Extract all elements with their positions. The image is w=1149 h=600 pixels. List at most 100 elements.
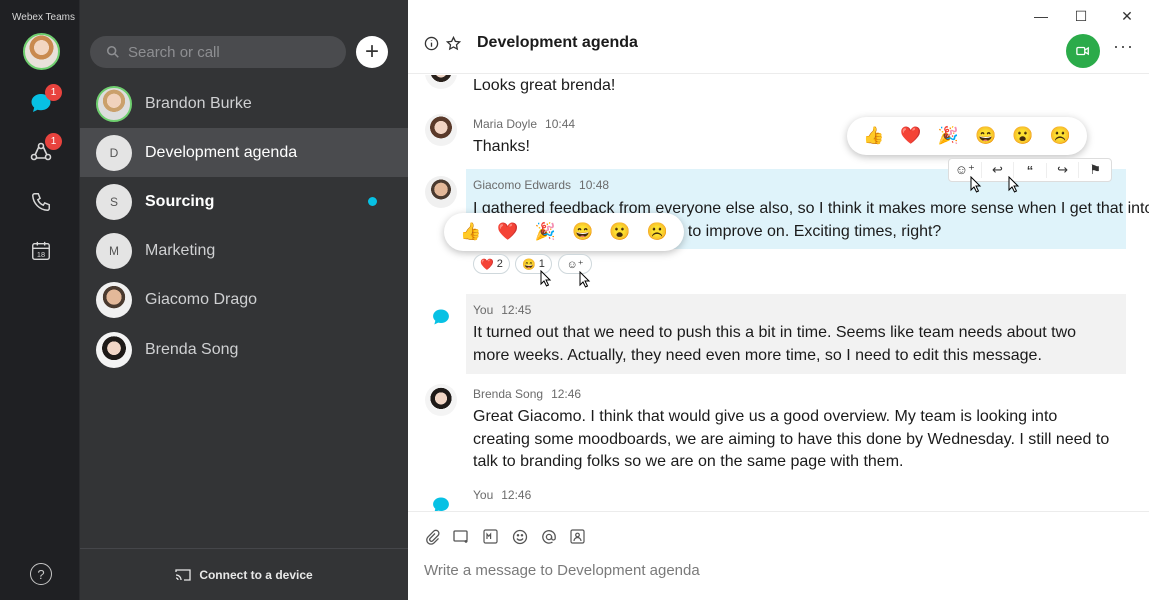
message-input[interactable] (424, 562, 1124, 579)
space-name: Sourcing (145, 192, 215, 210)
message-text-continued: t to improve on. Exciting times, right? (679, 223, 942, 240)
emoji-icon[interactable] (511, 528, 528, 545)
reaction-heart[interactable]: ❤️ (893, 126, 929, 146)
reaction-picker[interactable]: 👍 ❤️ 🎉 😄 😮 ☹️ (847, 117, 1087, 155)
avatar (425, 75, 457, 89)
message-time: 12:46 (551, 387, 582, 401)
space-name: Brenda Song (145, 340, 239, 358)
minimize-button[interactable]: — (1026, 6, 1056, 26)
screen-capture-icon[interactable] (453, 528, 470, 545)
sender-name: You (473, 303, 494, 317)
sender-name: Brenda Song (473, 387, 544, 401)
reaction-sad[interactable]: ☹️ (1042, 126, 1078, 146)
avatar (425, 489, 457, 511)
space-item-sourcing[interactable]: S Sourcing (80, 177, 408, 226)
cursor-icon (579, 271, 591, 288)
message-text: It turned out that we need to push this … (473, 324, 1077, 364)
space-item-development-agenda[interactable]: D Development agenda (80, 128, 408, 177)
reaction-smile[interactable]: 😄 (565, 222, 601, 242)
reaction-picker-inline[interactable]: 👍 ❤️ 🎉 😄 😮 ☹️ (444, 213, 684, 251)
calendar-icon: 18 (32, 241, 50, 260)
teams-nav[interactable]: 1 (24, 133, 62, 169)
reaction-party[interactable]: 🎉 (527, 222, 563, 242)
reaction-sad[interactable]: ☹️ (639, 222, 675, 242)
reaction-party[interactable]: 🎉 (930, 126, 966, 146)
reaction-thumbs-up[interactable]: 👍 (856, 126, 892, 146)
message-meta: You 12:45 (473, 303, 531, 317)
info-icon[interactable] (424, 36, 439, 51)
avatar: M (96, 232, 132, 269)
flag-icon[interactable]: ⚑ (1079, 162, 1111, 178)
message-text: Great Giacomo. I think that would give u… (473, 408, 1110, 470)
space-item-giacomo-drago[interactable]: Giacomo Drago (80, 275, 408, 324)
cursor-icon (1008, 176, 1020, 193)
reaction-count: 2 (496, 258, 503, 270)
help-icon[interactable]: ? (30, 563, 52, 585)
space-name: Marketing (145, 241, 216, 259)
close-button[interactable]: ✕ (1112, 6, 1142, 26)
phone-icon (32, 193, 50, 211)
avatar (425, 384, 457, 416)
message-meta: Maria Doyle 10:44 (473, 117, 575, 131)
maximize-button[interactable]: ☐ (1066, 6, 1096, 26)
reaction-thumbs-up[interactable]: 👍 (453, 222, 489, 242)
space-item-brenda-song[interactable]: Brenda Song (80, 325, 408, 374)
chat-bubble-icon (433, 309, 449, 325)
connect-device-button[interactable]: Connect to a device (80, 548, 408, 600)
forward-icon[interactable]: ↪ (1047, 162, 1080, 178)
sender-name: Giacomo Edwards (473, 178, 572, 192)
search-icon (106, 45, 119, 58)
add-space-button[interactable]: + (356, 36, 388, 68)
calls-nav[interactable] (24, 185, 58, 219)
heart-icon: ❤️ (480, 258, 494, 271)
avatar (96, 281, 132, 318)
reaction-surprised[interactable]: 😮 (1005, 126, 1041, 146)
message-meta: Giacomo Edwards 10:48 (473, 178, 609, 192)
message-time: 10:44 (545, 117, 576, 131)
composer-toolbar (424, 528, 586, 545)
space-item-marketing[interactable]: M Marketing (80, 226, 408, 275)
cast-icon (175, 568, 191, 581)
space-name: Giacomo Drago (145, 290, 258, 308)
cursor-icon (540, 270, 552, 287)
space-item-brandon-burke[interactable]: Brandon Burke (80, 79, 408, 128)
more-options-icon[interactable]: ··· (1113, 36, 1134, 57)
avatar (425, 301, 457, 333)
avatar (425, 114, 457, 146)
avatar: S (96, 183, 132, 220)
app-title: Webex Teams (12, 12, 75, 23)
avatar (96, 85, 132, 122)
conversation-header: Development agenda ··· (408, 26, 1149, 74)
reaction-smile[interactable]: 😄 (968, 126, 1004, 146)
space-name: Brandon Burke (145, 94, 252, 112)
page-title: Development agenda (477, 34, 638, 51)
teams-badge: 1 (45, 133, 62, 150)
reaction-heart[interactable]: ❤️ (490, 222, 526, 242)
reaction-count-heart[interactable]: ❤️ 2 (473, 254, 510, 274)
meet-button[interactable] (1066, 34, 1100, 68)
attach-icon[interactable] (424, 528, 441, 545)
messaging-nav[interactable]: 1 (24, 84, 62, 120)
message-time: 12:45 (501, 303, 532, 317)
chat-bubble-icon (433, 497, 449, 511)
avatar (96, 331, 132, 368)
sender-name: Maria Doyle (473, 117, 538, 131)
add-reaction-icon: ☺⁺ (566, 258, 584, 271)
sender-name: You (473, 488, 494, 502)
message-time: 12:46 (501, 488, 532, 502)
markdown-icon[interactable] (482, 528, 499, 545)
meetings-nav[interactable]: 18 (24, 234, 58, 268)
star-icon[interactable] (446, 36, 461, 51)
avatar: D (96, 134, 132, 171)
search-input[interactable] (128, 43, 328, 61)
avatar (425, 176, 457, 208)
whiteboard-icon[interactable] (569, 528, 586, 545)
message-composer (408, 511, 1149, 600)
message-time: 10:48 (579, 178, 610, 192)
cursor-icon (970, 176, 982, 193)
space-name: Development agenda (145, 143, 298, 161)
user-avatar[interactable] (23, 33, 60, 70)
mention-icon[interactable] (540, 528, 557, 545)
search-box[interactable] (90, 36, 346, 68)
reaction-surprised[interactable]: 😮 (602, 222, 638, 242)
